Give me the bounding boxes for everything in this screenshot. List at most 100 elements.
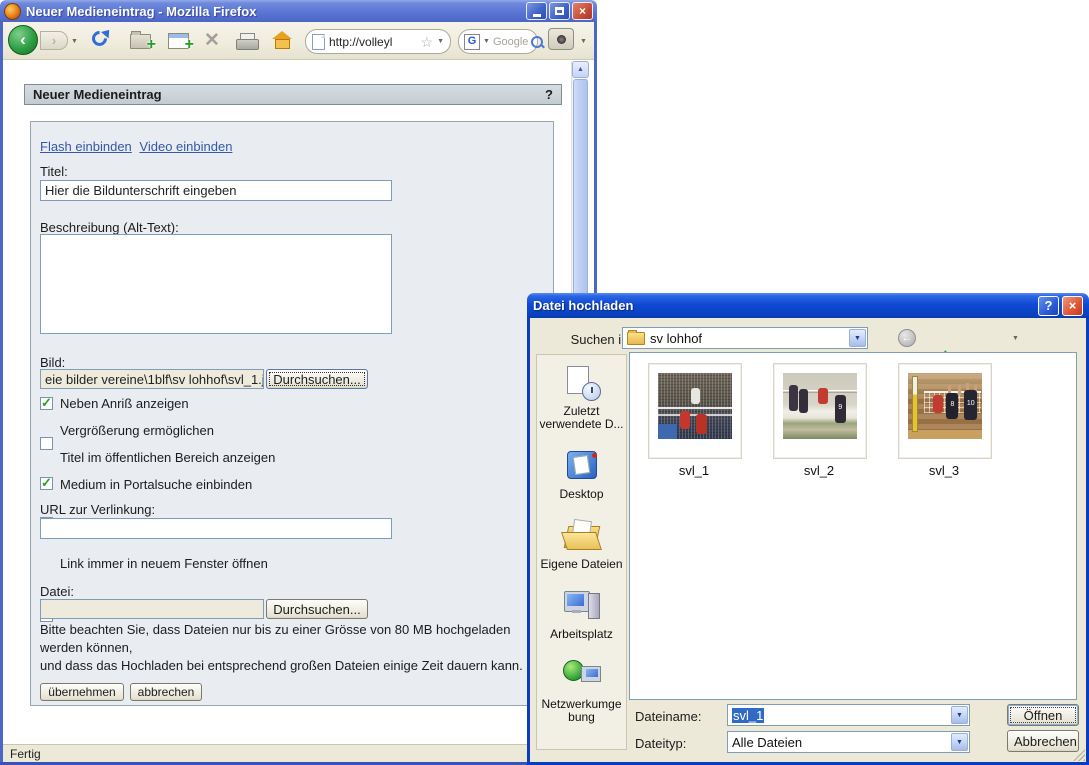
dateiname-label: Dateiname: (635, 709, 701, 724)
checkbox-titel-oeffentlich-label: Titel im öffentlichen Bereich anzeigen (60, 450, 275, 465)
jersey-number: 9 (835, 395, 846, 423)
google-icon[interactable]: G (464, 34, 480, 50)
sidebar-item-label: Arbeitsplatz (550, 628, 613, 641)
file-thumbnail-svl1[interactable] (648, 363, 742, 459)
video-einbinden-link[interactable]: Video einbinden (139, 139, 232, 154)
scrollbar-up-icon[interactable]: ▲ (572, 61, 589, 78)
history-dropdown-caret[interactable]: ▼ (71, 38, 78, 45)
search-input[interactable]: Google (493, 36, 528, 48)
dialog-abbrechen-button[interactable]: Abbrechen (1007, 730, 1079, 752)
reload-button[interactable] (92, 31, 107, 46)
back-button[interactable]: ‹ (8, 25, 38, 55)
bild-file-input[interactable]: eie bilder vereine\1blf\sv lohhof\svl_1.… (40, 369, 264, 389)
browser-statusbar: Fertig (3, 744, 594, 762)
desktop-icon (563, 448, 601, 484)
sidebar-item-label: Desktop (559, 488, 603, 501)
jersey-number: 8 (946, 393, 958, 419)
forward-button[interactable]: › (40, 31, 68, 50)
url-bar[interactable]: http://volleyl ☆ ▼ (305, 29, 451, 54)
jersey-number: 10 (964, 390, 977, 420)
sidebar-item-desktop[interactable]: Desktop (538, 448, 626, 501)
sidebar-item-recent[interactable]: Zuletzt verwendete D... (538, 365, 626, 431)
titel-label: Titel: (40, 164, 68, 179)
dialog-titlebar[interactable]: Datei hochladen ? × (527, 293, 1089, 318)
beschreibung-label: Beschreibung (Alt-Text): (40, 220, 179, 235)
form-help-button[interactable]: ? (545, 87, 553, 102)
maximize-button[interactable] (549, 2, 570, 20)
plus-icon: + (147, 36, 156, 54)
links-row: Flash einbinden Video einbinden (40, 139, 232, 154)
search-magnifier-icon[interactable] (531, 36, 543, 48)
stop-button[interactable]: ✕ (204, 31, 220, 50)
file-name-label[interactable]: svl_3 (898, 463, 990, 478)
bookmark-star-icon[interactable]: ☆ (421, 35, 434, 49)
search-box[interactable]: G ▼ Google (458, 29, 538, 54)
oeffnen-button[interactable]: Öffnen (1007, 704, 1079, 726)
minimize-button[interactable] (526, 2, 547, 20)
screengrab-caret[interactable]: ▼ (580, 38, 587, 45)
home-body (275, 39, 290, 49)
abbrechen-button[interactable]: abbrechen (130, 683, 202, 701)
folder-combobox-caret[interactable]: ▼ (849, 329, 866, 347)
dateiname-value[interactable]: svl_1 (732, 708, 764, 723)
beschreibung-textarea[interactable] (40, 234, 392, 334)
dateityp-label: Dateityp: (635, 736, 686, 751)
file-thumbnail-svl3[interactable]: 8 10 (898, 363, 992, 459)
file-name-label[interactable]: svl_2 (773, 463, 865, 478)
maximize-icon (555, 7, 564, 15)
dateiname-caret[interactable]: ▼ (951, 706, 968, 724)
stop-icon: ✕ (204, 30, 220, 51)
file-name-label[interactable]: svl_1 (648, 463, 740, 478)
resize-grip[interactable] (1073, 749, 1085, 761)
dialog-back-icon: ← (898, 329, 916, 347)
checkbox-vergroesserung[interactable] (40, 437, 53, 450)
url-dropdown-caret[interactable]: ▼ (437, 38, 444, 45)
datei-file-input[interactable] (40, 599, 264, 619)
url-verlinkung-input[interactable] (40, 518, 392, 539)
screen: Neuer Medieneintrag - Mozilla Firefox × … (0, 0, 1089, 765)
browser-titlebar[interactable]: Neuer Medieneintrag - Mozilla Firefox × (0, 0, 597, 22)
titel-input[interactable]: Hier die Bildunterschrift eingeben (40, 180, 392, 201)
checkbox-neben-anriss-label: Neben Anriß anzeigen (60, 396, 189, 411)
dialog-title: Datei hochladen (533, 298, 1035, 313)
datei-label: Datei: (40, 584, 74, 599)
folder-icon (627, 332, 645, 345)
checkbox-titel-oeffentlich[interactable] (40, 477, 53, 490)
sidebar-item-netzwerkumgebung[interactable]: Netzwerkumgebung (538, 658, 626, 724)
views-caret[interactable]: ▼ (1012, 335, 1019, 342)
dialog-back-button[interactable]: ← (895, 327, 919, 349)
search-engine-caret[interactable]: ▼ (483, 38, 490, 45)
bild-label: Bild: (40, 355, 65, 370)
uebernehmen-button[interactable]: übernehmen (40, 683, 124, 701)
screengrab-button[interactable] (548, 28, 574, 50)
status-text: Fertig (10, 747, 41, 761)
new-tab-button[interactable]: + (130, 34, 151, 49)
dialog-help-button[interactable]: ? (1038, 296, 1059, 316)
sidebar-item-eigene-dateien[interactable]: Eigene Dateien (538, 518, 626, 571)
file-thumbnail-svl2[interactable]: 9 (773, 363, 867, 459)
checkbox-neues-fenster-label: Link immer in neuem Fenster öffnen (60, 556, 268, 571)
photo-svl2: 9 (783, 373, 857, 439)
photo-svl1 (658, 373, 732, 439)
print-button[interactable] (236, 33, 259, 50)
checkbox-neben-anriss[interactable] (40, 397, 53, 410)
dateityp-combobox[interactable]: Alle Dateien ▼ (727, 731, 970, 753)
home-button[interactable] (272, 31, 292, 49)
close-button[interactable]: × (572, 2, 593, 20)
my-computer-icon (563, 588, 601, 624)
url-input[interactable]: http://volleyl (329, 35, 417, 49)
folder-combobox[interactable]: sv lohhof ▼ (622, 327, 868, 349)
sidebar-item-arbeitsplatz[interactable]: Arbeitsplatz (538, 588, 626, 641)
flash-einbinden-link[interactable]: Flash einbinden (40, 139, 132, 154)
dialog-close-button[interactable]: × (1062, 296, 1083, 316)
datei-durchsuchen-button[interactable]: Durchsuchen... (266, 599, 368, 619)
new-tab-icon: + (130, 34, 151, 49)
my-documents-icon (563, 518, 601, 554)
dateityp-caret[interactable]: ▼ (951, 733, 968, 751)
url-verlinkung-label: URL zur Verlinkung: (40, 502, 155, 517)
printer-body (236, 39, 259, 50)
dateiname-combobox[interactable]: svl_1 ▼ (727, 704, 970, 726)
new-window-button[interactable]: + (168, 33, 189, 49)
new-window-icon: + (168, 33, 189, 49)
bild-durchsuchen-button[interactable]: Durchsuchen... (266, 369, 368, 389)
